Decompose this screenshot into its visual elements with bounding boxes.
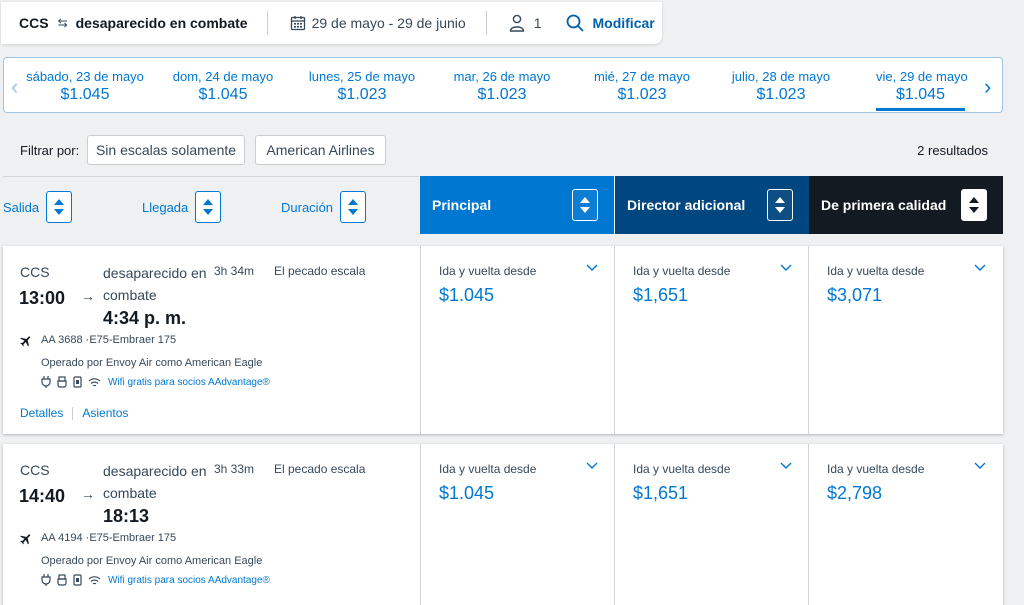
usb-icon [57,376,67,388]
chevron-down-icon[interactable] [780,264,792,272]
day-option[interactable]: sábado, 23 de mayo $1.045 [26,69,144,104]
card-links: Detalles Asientos [20,406,128,420]
origin-code: CCS [19,15,49,31]
sort-duration-label: Duración [281,199,334,215]
departure-time: 13:00 [19,288,66,308]
flight-card: CCS 14:40 → desaparecido en combate 18:1… [3,444,1003,605]
cabin-header-first: De primera calidad [809,176,1003,234]
dates-text: 29 de mayo - 29 de junio [311,15,466,31]
price-cell-first[interactable]: Ida y vuelta desde $2,798 [808,444,1002,605]
amenities: Wifi gratis para socios AAdvantage® [41,376,270,388]
wifi-icon [88,575,101,584]
amenities: Wifi gratis para socios AAdvantage® [41,574,270,586]
arrival-time: 18:13 [103,506,150,526]
day-option[interactable]: mar, 26 de mayo $1.023 [443,69,561,104]
airplane-icon [20,534,31,545]
day-option[interactable]: lunes, 25 de mayo $1.023 [303,69,421,104]
power-plug-icon [41,376,51,388]
chevron-down-icon[interactable] [974,462,986,470]
arrow-icon: → [81,486,95,502]
usb-icon [57,574,67,586]
swap-icon: ⇆ [57,16,68,30]
date-range[interactable]: 29 de mayo - 29 de junio [268,11,487,35]
sort-departure-toggle[interactable] [46,191,73,223]
sort-divider [3,176,419,177]
flight-duration: 3h 34m [214,264,255,278]
details-link[interactable]: Detalles [20,406,63,420]
passenger-number: 1 [533,15,542,31]
flight-number: AA 3688 ·E75-Embraer 175 [41,334,177,346]
arrival-time: 4:34 p. m. [103,308,187,328]
cabin-header-main: Principal [420,176,614,234]
search-icon [567,14,585,32]
destination-name: desaparecido en combate [103,265,207,303]
departure-time: 14:40 [19,486,66,506]
search-summary-bar: CCS ⇆ desaparecido en combate 29 de mayo… [1,2,662,44]
sort-departure-label: Salida [3,199,40,215]
filter-chip-nonstop[interactable]: Sin escalas solamente [87,135,245,165]
modify-search-button[interactable]: Modificar [566,11,655,35]
wifi-link[interactable]: Wifi gratis para socios AAdvantage® [108,575,270,586]
calendar-icon [290,16,305,31]
cabin-sort-main[interactable] [572,189,598,221]
price-cell-main[interactable]: Ida y vuelta desde $1.045 [420,246,614,434]
operator-text: Operado por Envoy Air como American Eagl… [41,555,263,567]
chevron-down-icon[interactable] [780,462,792,470]
stops-info: El pecado escala [274,462,366,476]
flight-duration: 3h 33m [214,462,255,476]
price-cell-main[interactable]: Ida y vuelta desde $1.045 [420,444,614,605]
filter-label: Filtrar por: [20,143,80,158]
entertainment-icon [73,574,82,586]
date-carousel: ‹ sábado, 23 de mayo $1.045 dom, 24 de m… [3,57,1003,113]
destination-name: desaparecido en combate [75,15,248,31]
sort-arrival-toggle[interactable] [195,191,222,223]
flight-card: CCS 13:00 → desaparecido en combate 4:34… [3,246,1003,434]
modify-label: Modificar [592,15,655,31]
price-cell-first[interactable]: Ida y vuelta desde $3,071 [808,246,1002,434]
flight-info: CCS 14:40 → desaparecido en combate 18:1… [3,444,420,605]
arrow-icon: → [81,288,95,304]
day-option[interactable]: julio, 28 de mayo $1.023 [722,69,840,104]
route-summary[interactable]: CCS ⇆ desaparecido en combate [1,11,268,35]
chevron-down-icon[interactable] [586,462,598,470]
results-count: 2 resultados [917,143,988,158]
cabin-sort-first[interactable] [961,189,987,221]
sort-duration-toggle[interactable] [340,191,367,223]
filter-chip-airline[interactable]: American Airlines [255,135,386,165]
passenger-count[interactable]: 1 [487,11,567,35]
destination-name: desaparecido en combate [103,463,207,501]
flight-number: AA 4194 ·E75-Embraer 175 [41,532,177,544]
origin-code: CCS [20,264,50,280]
flight-info: CCS 13:00 → desaparecido en combate 4:34… [3,246,420,434]
sort-duration[interactable]: Duración [281,191,367,223]
carousel-prev-icon[interactable]: ‹ [11,74,18,100]
day-option[interactable]: dom, 24 de mayo $1.045 [164,69,282,104]
sort-arrival[interactable]: Llegada [142,191,222,223]
person-icon [509,14,524,32]
price-cell-extra[interactable]: Ida y vuelta desde $1,651 [614,444,808,605]
entertainment-icon [73,376,82,388]
operator-text: Operado por Envoy Air como American Eagl… [41,357,263,369]
chevron-down-icon[interactable] [586,264,598,272]
chevron-down-icon[interactable] [974,264,986,272]
day-option-selected[interactable]: vie, 29 de mayo $1.045 [876,69,968,111]
day-option[interactable]: mié, 27 de mayo $1.023 [583,69,701,104]
wifi-link[interactable]: Wifi gratis para socios AAdvantage® [108,377,270,388]
price-cell-extra[interactable]: Ida y vuelta desde $1,651 [614,246,808,434]
seats-link[interactable]: Asientos [82,406,128,420]
sort-arrival-label: Llegada [142,199,189,215]
airplane-icon [20,336,31,347]
wifi-icon [88,377,101,386]
sort-departure[interactable]: Salida [3,191,73,223]
origin-code: CCS [20,462,50,478]
stops-info: El pecado escala [274,264,366,278]
carousel-next-icon[interactable]: › [984,74,991,100]
power-plug-icon [41,574,51,586]
cabin-sort-extra[interactable] [767,189,793,221]
cabin-header-extra: Director adicional [615,176,809,234]
